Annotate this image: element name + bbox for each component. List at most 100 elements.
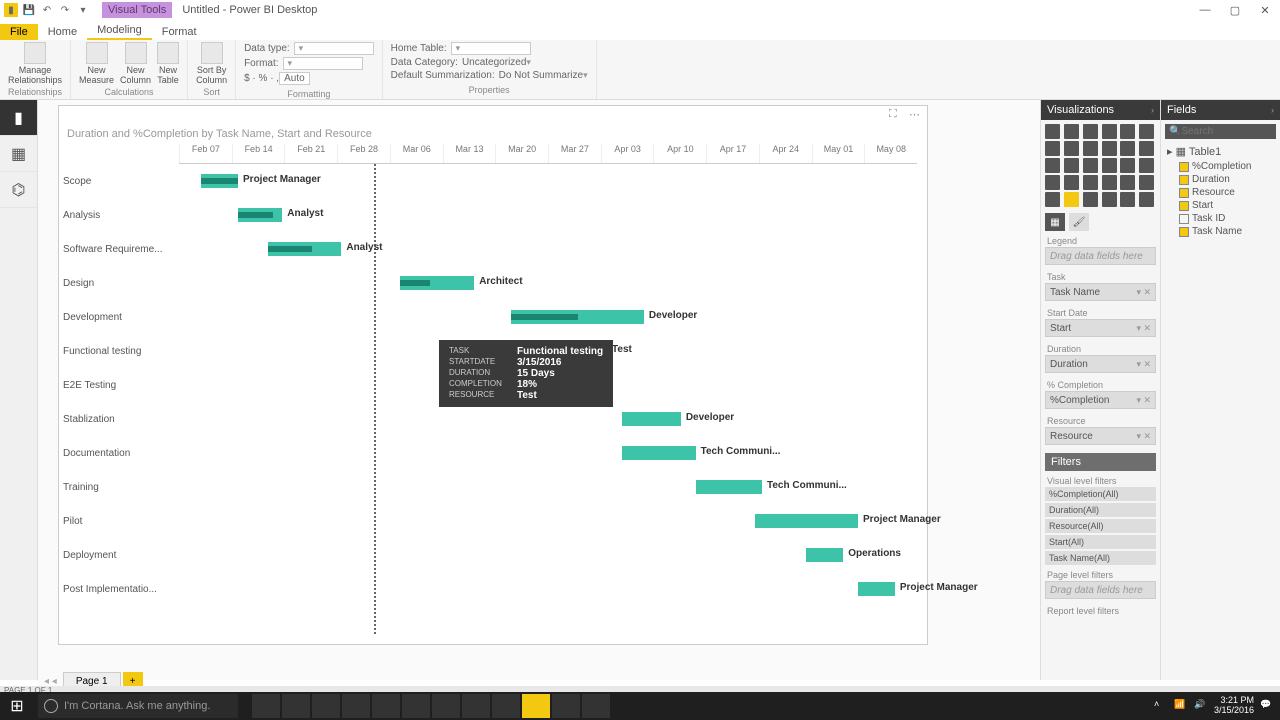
viz-type-icon[interactable] bbox=[1083, 158, 1098, 173]
viz-type-icon[interactable] bbox=[1083, 192, 1098, 207]
field-well[interactable]: Resource▾ ✕ bbox=[1045, 427, 1156, 445]
field-checkbox[interactable] bbox=[1179, 214, 1189, 224]
field-item[interactable]: Task ID bbox=[1161, 212, 1280, 225]
viz-type-icon[interactable] bbox=[1045, 124, 1060, 139]
tab-format[interactable]: Format bbox=[152, 24, 207, 40]
gantt-bar[interactable]: Developer bbox=[511, 310, 644, 324]
gantt-bar[interactable]: Tech Communi... bbox=[622, 446, 696, 460]
gantt-bar[interactable]: Analyst bbox=[268, 242, 342, 256]
field-well[interactable]: Duration▾ ✕ bbox=[1045, 355, 1156, 373]
field-item[interactable]: Duration bbox=[1161, 173, 1280, 186]
fields-pane-header[interactable]: Fields› bbox=[1161, 100, 1280, 120]
viz-type-icon[interactable] bbox=[1102, 192, 1117, 207]
viz-type-icon[interactable] bbox=[1120, 192, 1135, 207]
viz-type-icon[interactable] bbox=[1139, 141, 1154, 156]
field-item[interactable]: Task Name bbox=[1161, 225, 1280, 238]
viz-type-icon[interactable] bbox=[1083, 124, 1098, 139]
outlook-icon[interactable] bbox=[432, 694, 460, 718]
page-filters-well[interactable]: Drag data fields here bbox=[1045, 581, 1156, 599]
field-item[interactable]: Resource bbox=[1161, 186, 1280, 199]
viz-type-icon[interactable] bbox=[1102, 175, 1117, 190]
edge-icon[interactable] bbox=[282, 694, 310, 718]
viz-type-icon[interactable] bbox=[1083, 175, 1098, 190]
new-measure-button[interactable]: New Measure bbox=[79, 42, 114, 85]
data-view-button[interactable]: ▦ bbox=[0, 136, 37, 172]
new-column-button[interactable]: New Column bbox=[120, 42, 151, 85]
gantt-bar[interactable]: Architect bbox=[400, 276, 474, 290]
start-button[interactable]: ⊞ bbox=[0, 692, 34, 720]
viz-type-icon[interactable] bbox=[1045, 158, 1060, 173]
viz-type-icon[interactable] bbox=[1064, 158, 1079, 173]
app2-icon[interactable] bbox=[582, 694, 610, 718]
field-checkbox[interactable] bbox=[1179, 188, 1189, 198]
field-well[interactable]: Start▾ ✕ bbox=[1045, 319, 1156, 337]
minimize-button[interactable]: — bbox=[1190, 1, 1220, 19]
store-icon[interactable] bbox=[342, 694, 370, 718]
report-view-button[interactable]: ▮ bbox=[0, 100, 37, 136]
viz-type-icon[interactable] bbox=[1045, 141, 1060, 156]
maximize-button[interactable]: ▢ bbox=[1220, 1, 1250, 19]
viz-type-icon[interactable] bbox=[1139, 124, 1154, 139]
legend-well[interactable]: Drag data fields here bbox=[1045, 247, 1156, 265]
field-item[interactable]: Start bbox=[1161, 199, 1280, 212]
viz-type-icon[interactable] bbox=[1139, 175, 1154, 190]
data-type-dropdown[interactable]: ▾ bbox=[294, 42, 374, 55]
viz-type-icon[interactable] bbox=[1120, 175, 1135, 190]
gantt-bar[interactable]: Developer bbox=[622, 412, 681, 426]
format-dropdown[interactable]: ▾ bbox=[283, 57, 363, 70]
field-well[interactable]: Task Name▾ ✕ bbox=[1045, 283, 1156, 301]
decimal-places-input[interactable]: Auto bbox=[279, 72, 310, 85]
filter-item[interactable]: Resource(All) bbox=[1045, 519, 1156, 533]
cortana-search[interactable]: I'm Cortana. Ask me anything. bbox=[38, 694, 238, 718]
explorer-icon[interactable] bbox=[312, 694, 340, 718]
new-table-button[interactable]: New Table bbox=[157, 42, 179, 85]
tab-modeling[interactable]: Modeling bbox=[87, 22, 152, 40]
powerbi-icon[interactable] bbox=[522, 694, 550, 718]
volume-icon[interactable]: 🔊 bbox=[1194, 699, 1208, 713]
field-item[interactable]: %Completion bbox=[1161, 160, 1280, 173]
redo-icon[interactable]: ↷ bbox=[58, 3, 72, 17]
tray-chevron-icon[interactable]: ˄ bbox=[1154, 699, 1168, 713]
field-checkbox[interactable] bbox=[1179, 227, 1189, 237]
model-view-button[interactable]: ⌬ bbox=[0, 172, 37, 208]
gantt-bar[interactable]: Tech Communi... bbox=[696, 480, 762, 494]
viz-type-icon[interactable] bbox=[1102, 141, 1117, 156]
undo-icon[interactable]: ↶ bbox=[40, 3, 54, 17]
field-checkbox[interactable] bbox=[1179, 201, 1189, 211]
close-button[interactable]: ✕ bbox=[1250, 1, 1280, 19]
viz-pane-header[interactable]: Visualizations› bbox=[1041, 100, 1160, 120]
format-symbols[interactable]: $ · % · , bbox=[244, 73, 279, 84]
gantt-bar[interactable]: Project Manager bbox=[858, 582, 895, 596]
fields-tab[interactable]: ▦ bbox=[1045, 213, 1065, 231]
fields-search[interactable]: 🔍 bbox=[1165, 124, 1276, 139]
viz-type-icon[interactable] bbox=[1120, 124, 1135, 139]
page-nav-prev[interactable]: ◂ ◂ bbox=[38, 676, 63, 687]
clock[interactable]: 3:21 PM 3/15/2016 bbox=[1214, 696, 1254, 716]
field-well[interactable]: %Completion▾ ✕ bbox=[1045, 391, 1156, 409]
viz-type-icon[interactable] bbox=[1083, 141, 1098, 156]
save-icon[interactable]: 💾 bbox=[22, 3, 36, 17]
format-tab[interactable]: 🖌 bbox=[1069, 213, 1089, 231]
search-input[interactable] bbox=[1181, 126, 1261, 137]
report-canvas[interactable]: ⛶ ⋯ Duration and %Completion by Task Nam… bbox=[38, 100, 1040, 680]
table-node[interactable]: ▸ ▦ Table1 bbox=[1161, 143, 1280, 160]
chrome-icon[interactable] bbox=[402, 694, 430, 718]
gantt-bar[interactable]: Project Manager bbox=[201, 174, 238, 188]
gantt-bar[interactable]: Project Manager bbox=[755, 514, 858, 528]
viz-type-icon[interactable] bbox=[1139, 192, 1154, 207]
default-sum-value[interactable]: Do Not Summarize bbox=[499, 70, 583, 81]
notifications-icon[interactable]: 💬 bbox=[1260, 699, 1274, 713]
filter-item[interactable]: %Completion(All) bbox=[1045, 487, 1156, 501]
gantt-visual[interactable]: ⛶ ⋯ Duration and %Completion by Task Nam… bbox=[58, 105, 928, 645]
viz-type-icon[interactable] bbox=[1102, 158, 1117, 173]
gantt-bar[interactable]: Analyst bbox=[238, 208, 282, 222]
viz-type-icon[interactable] bbox=[1120, 141, 1135, 156]
filter-item[interactable]: Task Name(All) bbox=[1045, 551, 1156, 565]
qat-dropdown-icon[interactable]: ▾ bbox=[76, 3, 90, 17]
more-options-icon[interactable]: ⋯ bbox=[909, 108, 923, 122]
viz-type-icon[interactable] bbox=[1064, 192, 1079, 207]
manage-relationships-button[interactable]: Manage Relationships bbox=[8, 42, 62, 85]
task-view-icon[interactable] bbox=[252, 694, 280, 718]
field-checkbox[interactable] bbox=[1179, 175, 1189, 185]
field-checkbox[interactable] bbox=[1179, 162, 1189, 172]
